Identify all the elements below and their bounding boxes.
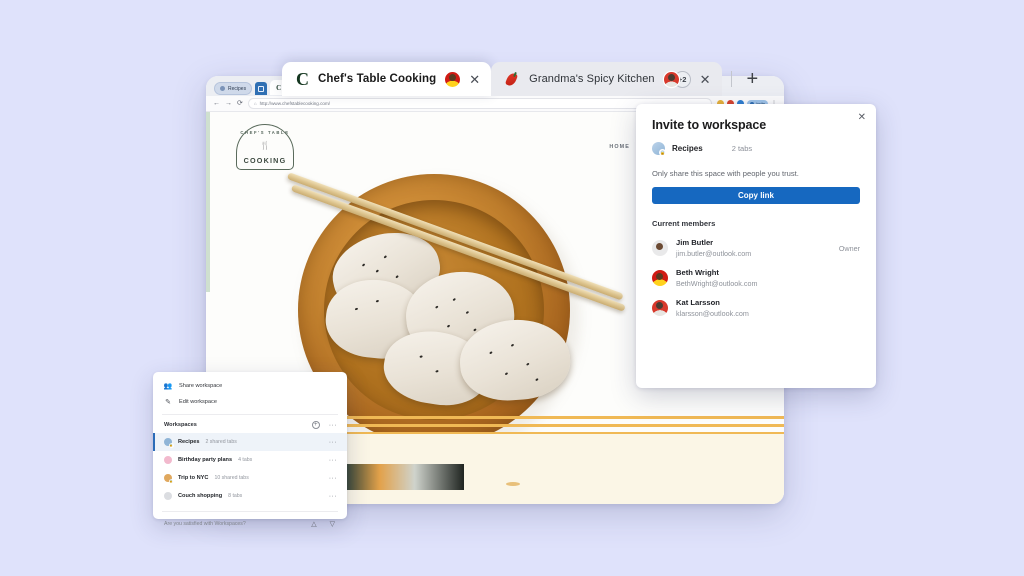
copy-link-button[interactable]: Copy link (652, 187, 860, 204)
avatar (652, 300, 668, 316)
workspace-color-icon (164, 456, 172, 464)
workspaces-section-header: Workspaces + ··· (153, 415, 347, 433)
feedback-row: Are you satisfied with Workspaces? △ ▽ (153, 512, 347, 528)
workspaces-more-icon[interactable]: ··· (329, 422, 337, 429)
address-bar-url: http://www.chefstablecooking.com/ (259, 101, 331, 106)
close-icon[interactable]: ✕ (858, 113, 866, 123)
tab-title: Chef's Table Cooking (318, 73, 437, 85)
nav-item-home[interactable]: HOME (609, 144, 630, 150)
workspace-lock-icon: 🔒 (652, 142, 666, 156)
edit-workspace-label: Edit workspace (179, 399, 217, 405)
workspace-tab-count: 8 tabs (228, 493, 243, 499)
new-tab-button[interactable]: + (741, 69, 765, 89)
share-workspace-label: Share workspace (179, 383, 223, 389)
workspace-icon (220, 86, 225, 91)
members-heading: Current members (652, 219, 716, 228)
workspace-color-icon: 🔒 (164, 474, 174, 484)
thumbs-down-icon[interactable]: ▽ (330, 520, 335, 528)
member-email: BethWright@outlook.com (676, 279, 758, 288)
tab-chefs-table-cooking[interactable]: C Chef's Table Cooking ✕ (282, 62, 492, 96)
trust-note: Only share this space with people you tr… (652, 169, 799, 178)
workspace-item-couch-shopping[interactable]: Couch shopping 8 tabs ··· (153, 487, 347, 505)
workspace-tab-count: 4 tabs (238, 457, 253, 463)
workspace-more-icon[interactable]: ··· (329, 475, 337, 482)
share-workspace-icon: 👥 (163, 383, 173, 390)
thumbs-up-icon[interactable]: △ (311, 520, 316, 528)
avatar-kat-larsson[interactable] (663, 71, 679, 87)
workspace-name: Recipes (672, 144, 703, 153)
tab-strip-divider (730, 71, 732, 87)
workspace-item-recipes[interactable]: 🔒 Recipes 2 shared tabs ··· (153, 433, 347, 451)
foreground-tab-strip: C Chef's Table Cooking ✕ Grandma's Spicy… (282, 62, 764, 96)
share-workspace-action[interactable]: 👥 Share workspace (153, 378, 347, 394)
add-workspace-icon[interactable]: + (311, 421, 320, 429)
member-name: Jim Butler (676, 238, 714, 247)
lock-icon: ⌂ (253, 101, 257, 106)
back-icon[interactable]: ← (213, 100, 220, 107)
workspace-pill[interactable]: Recipes (214, 82, 253, 95)
refresh-icon[interactable]: ⟳ (237, 100, 243, 107)
workspace-more-icon[interactable]: ··· (329, 457, 337, 464)
workspace-name: Birthday party plans (178, 457, 233, 463)
avatar (652, 270, 668, 286)
tab-close-icon[interactable]: ✕ (469, 73, 480, 86)
member-row[interactable]: Beth Wright BethWright@outlook.com (652, 268, 860, 288)
tab-title: Grandma's Spicy Kitchen (529, 73, 655, 85)
workspace-name: Trip to NYC (178, 475, 209, 481)
member-row[interactable]: Jim Butler jim.butler@outlook.com Owner (652, 238, 860, 258)
workspace-summary: 🔒 Recipes 2 tabs (652, 142, 860, 156)
page-accent-bar (206, 112, 210, 292)
member-row[interactable]: Kat Larsson klarsson@outlook.com (652, 298, 860, 318)
workspace-square-icon[interactable] (255, 82, 268, 95)
workspace-item-birthday-party-plans[interactable]: Birthday party plans 4 tabs ··· (153, 451, 347, 469)
workspace-more-icon[interactable]: ··· (329, 493, 337, 500)
member-name: Kat Larsson (676, 298, 720, 307)
tab-favicon-letter-c-icon: C (296, 69, 309, 89)
avatar-beth-wright[interactable] (445, 71, 461, 87)
avatar (652, 240, 668, 256)
utensil-icon: 🍴 (260, 141, 270, 150)
workspace-tab-count: 2 shared tabs (205, 439, 237, 445)
member-email: klarsson@outlook.com (676, 309, 749, 318)
tab-favicon-chili-icon (505, 71, 520, 87)
workspace-pill-label: Recipes (228, 85, 247, 92)
pencil-icon: ✎ (165, 399, 171, 406)
member-role: Owner (838, 243, 860, 253)
workspace-name: Couch shopping (178, 493, 223, 499)
avatar-group[interactable]: +2 (663, 70, 691, 88)
logo-arc-text: CHEF'S TABLE (240, 130, 290, 135)
panel-title: Invite to workspace (652, 118, 767, 132)
edit-workspace-action[interactable]: ✎ Edit workspace (153, 394, 347, 410)
workspace-name: Recipes (178, 439, 200, 445)
screenshot-root: Recipes C Chef's Ta ← → ⟳ ⌂ http://www.c… (0, 0, 1024, 576)
member-email: jim.butler@outlook.com (676, 249, 752, 258)
member-name: Beth Wright (676, 268, 719, 277)
workspace-tab-count: 10 shared tabs (214, 475, 249, 481)
workspace-color-icon (164, 492, 172, 500)
tab-favicon-icon: C (276, 83, 282, 92)
workspace-more-icon[interactable]: ··· (329, 439, 337, 446)
workspace-item-trip-to-nyc[interactable]: 🔒 Trip to NYC 10 shared tabs ··· (153, 469, 347, 487)
tab-grandmas-spicy-kitchen[interactable]: Grandma's Spicy Kitchen +2 ✕ (491, 62, 722, 96)
feedback-question: Are you satisfied with Workspaces? (164, 521, 246, 527)
workspaces-section-title: Workspaces (164, 422, 197, 428)
forward-icon[interactable]: → (225, 100, 232, 107)
invite-to-workspace-panel: ✕ Invite to workspace 🔒 Recipes 2 tabs O… (636, 104, 876, 388)
workspace-color-icon: 🔒 (164, 438, 174, 448)
workspace-tab-count: 2 tabs (731, 144, 753, 153)
workspaces-panel: 👥 Share workspace ✎ Edit workspace Works… (153, 372, 347, 528)
tab-close-icon[interactable]: ✕ (700, 73, 711, 86)
